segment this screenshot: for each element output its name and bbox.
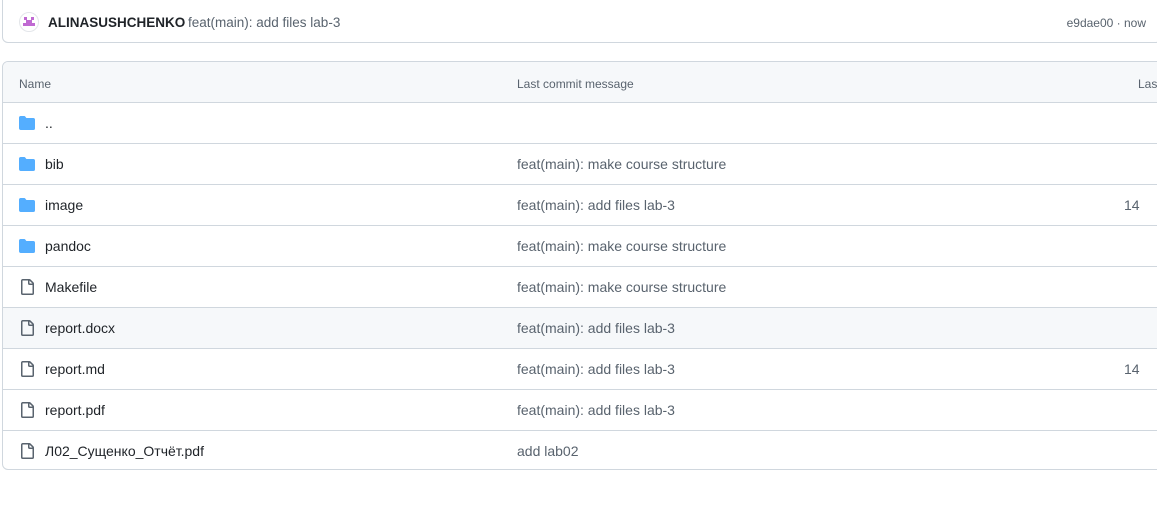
commit-meta[interactable]: e9dae00 · now: [1067, 16, 1146, 30]
latest-commit-bar: ALINASUSHCHENKO feat(main): add files la…: [2, 0, 1157, 43]
table-row[interactable]: image feat(main): add files lab-3 14: [3, 185, 1157, 226]
commit-message[interactable]: feat(main): add files lab-3: [188, 15, 340, 30]
file-icon: [19, 279, 35, 295]
file-name-link[interactable]: report.pdf: [45, 402, 105, 418]
column-header-name: Name: [19, 77, 52, 91]
commit-message-link[interactable]: feat(main): add files lab-3: [517, 402, 675, 418]
file-table: Name Last commit message Las .. bib feat(m…: [2, 61, 1157, 470]
table-row[interactable]: ..: [3, 103, 1157, 144]
table-row[interactable]: report.md feat(main): add files lab-3 14: [3, 349, 1157, 390]
file-name-link[interactable]: Л02_Сущенко_Отчёт.pdf: [45, 443, 204, 459]
folder-icon: [19, 197, 35, 213]
commit-message-link[interactable]: add lab02: [517, 443, 579, 459]
commit-message-link[interactable]: feat(main): make course structure: [517, 238, 726, 254]
column-header-message: Last commit message: [517, 77, 634, 91]
file-name-link[interactable]: report.md: [45, 361, 105, 377]
folder-icon: [19, 238, 35, 254]
table-row[interactable]: Makefile feat(main): make course structur…: [3, 267, 1157, 308]
avatar[interactable]: [19, 12, 39, 32]
file-name-link[interactable]: report.docx: [45, 320, 115, 336]
table-header: Name Last commit message Las: [3, 62, 1157, 103]
folder-icon: [19, 156, 35, 172]
column-header-date: Las: [1138, 77, 1157, 91]
table-row[interactable]: report.docx feat(main): add files lab-3: [3, 308, 1157, 349]
folder-icon: [19, 115, 35, 131]
table-row[interactable]: report.pdf feat(main): add files lab-3: [3, 390, 1157, 431]
commit-message-link[interactable]: feat(main): make course structure: [517, 156, 726, 172]
table-body: .. bib feat(main): make course structure im…: [3, 103, 1157, 469]
commit-date: 14: [1124, 361, 1140, 377]
commit-author[interactable]: ALINASUSHCHENKO: [48, 15, 185, 30]
commit-message-link[interactable]: feat(main): add files lab-3: [517, 197, 675, 213]
file-icon: [19, 402, 35, 418]
file-icon: [19, 320, 35, 336]
commit-message-link[interactable]: feat(main): make course structure: [517, 279, 726, 295]
file-name-link[interactable]: image: [45, 197, 83, 213]
table-row[interactable]: Л02_Сущенко_Отчёт.pdf add lab02: [3, 431, 1157, 469]
file-name-link[interactable]: ..: [45, 115, 53, 131]
commit-date: 14: [1124, 197, 1140, 213]
file-name-link[interactable]: Makefile: [45, 279, 97, 295]
commit-message-link[interactable]: feat(main): add files lab-3: [517, 320, 675, 336]
table-row[interactable]: pandoc feat(main): make course structure: [3, 226, 1157, 267]
file-icon: [19, 443, 35, 459]
file-icon: [19, 361, 35, 377]
commit-message-link[interactable]: feat(main): add files lab-3: [517, 361, 675, 377]
table-row[interactable]: bib feat(main): make course structure: [3, 144, 1157, 185]
file-name-link[interactable]: pandoc: [45, 238, 91, 254]
file-name-link[interactable]: bib: [45, 156, 64, 172]
